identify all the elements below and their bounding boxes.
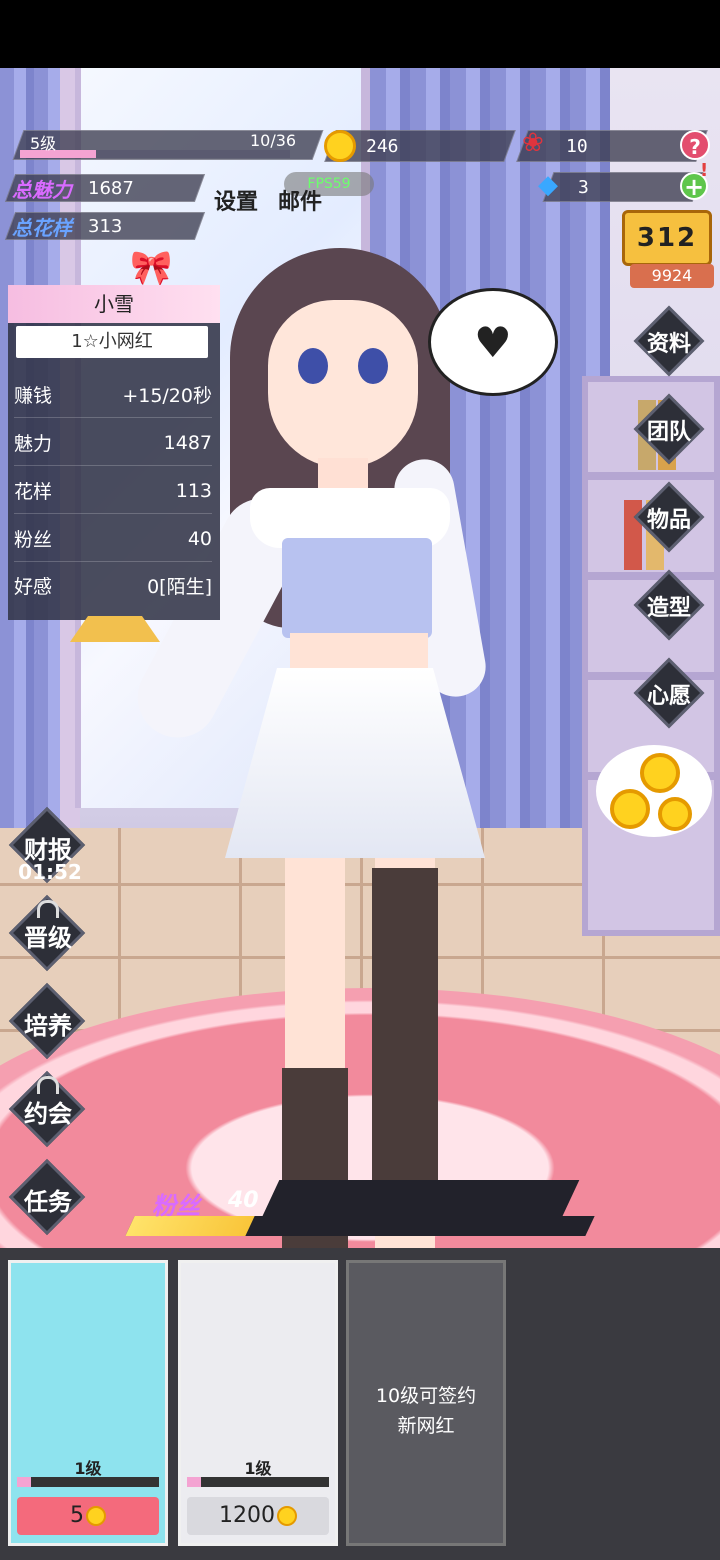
stat-value: 113 <box>175 479 212 502</box>
upgrade-price-button[interactable]: 1200 <box>187 1497 329 1535</box>
alert-badge: ! <box>700 160 709 181</box>
promote-label: 晋级 <box>24 924 72 952</box>
help-button[interactable]: ? <box>680 130 710 160</box>
stat-row-fans: 粉丝 40 <box>14 516 212 562</box>
tasks-label: 任务 <box>24 1188 72 1216</box>
fans-value: 40 <box>228 1188 259 1213</box>
heart-gesture-bubble-icon[interactable]: ♥ <box>428 288 558 396</box>
total-style-label: 总花样 <box>12 216 72 240</box>
coin-icon <box>640 753 680 793</box>
fans-label: 粉丝 <box>152 1192 200 1220</box>
locked-slot-text: 10级可签约 新网红 <box>349 1381 503 1441</box>
level-progress-track <box>20 150 290 158</box>
character-portrait <box>11 1263 165 1473</box>
stat-label: 魅力 <box>14 433 53 455</box>
coin-icon <box>658 797 692 831</box>
items-button[interactable]: 物品 <box>633 481 705 553</box>
stat-row-affection: 好感 0[陌生] <box>14 562 212 608</box>
promote-button[interactable]: 晋级 <box>8 894 88 972</box>
level-progress-text: 10/36 <box>250 131 297 150</box>
styling-button[interactable]: 造型 <box>633 569 705 641</box>
mail-label: 邮件 <box>278 190 323 215</box>
rose-count: 10 <box>566 136 588 157</box>
settings-button[interactable]: 设置 <box>214 170 264 220</box>
stat-label: 花样 <box>14 481 53 503</box>
stat-row-style: 花样 113 <box>14 468 212 514</box>
status-bar <box>0 0 720 68</box>
total-charm-label: 总魅力 <box>12 178 72 202</box>
styling-label: 造型 <box>646 596 691 621</box>
coin-icon <box>610 789 650 829</box>
locked-slot-line2: 新网红 <box>397 1415 455 1437</box>
stat-value: 0[陌生] <box>147 575 212 598</box>
coin-icon <box>86 1506 106 1526</box>
slot-progress-track <box>187 1477 329 1487</box>
train-label: 培养 <box>24 1012 72 1040</box>
stat-value: 1487 <box>163 431 212 454</box>
slot-level: 1级 <box>74 1459 102 1478</box>
upgrade-price-button[interactable]: 5 <box>17 1497 159 1535</box>
date-label: 约会 <box>24 1100 72 1128</box>
diamond-icon: ◆ <box>538 170 558 200</box>
price-value: 1200 <box>219 1503 275 1528</box>
train-button[interactable]: 培养 <box>8 982 88 1060</box>
coin-count: 246 <box>366 136 399 157</box>
stat-value: 40 <box>187 527 212 550</box>
slot-level: 1级 <box>244 1459 272 1478</box>
rose-icon: ❀ <box>522 128 544 158</box>
character-slot-2[interactable]: 1级 1200 <box>178 1260 338 1546</box>
fans-progress: 粉丝 40 <box>125 1180 595 1238</box>
profile-label: 资料 <box>646 332 691 357</box>
wish-label: 心愿 <box>646 684 691 709</box>
wish-button[interactable]: 心愿 <box>633 657 705 729</box>
ranking-score: 9924 <box>630 264 714 288</box>
stat-label: 好感 <box>14 575 53 598</box>
date-button[interactable]: 约会 <box>8 1070 88 1148</box>
total-charm-value: 1687 <box>88 178 134 199</box>
locked-character-slot[interactable]: 10级可签约 新网红 <box>346 1260 506 1546</box>
items-label: 物品 <box>646 508 691 533</box>
coin-icon <box>324 130 356 162</box>
stat-label: 粉丝 <box>14 529 53 551</box>
total-style-value: 313 <box>88 216 123 237</box>
tasks-button[interactable]: 任务 <box>8 1158 88 1236</box>
stat-value: +15/20秒 <box>122 385 212 407</box>
finance-report-timer: 01:52 <box>18 860 82 884</box>
ranking-podium-button[interactable]: 312 <box>622 210 712 266</box>
lock-icon <box>37 1076 59 1094</box>
slot-progress-track <box>17 1477 159 1487</box>
character-title: 1☆小网红 <box>16 326 208 358</box>
lock-icon <box>37 900 59 918</box>
stat-label: 赚钱 <box>14 385 53 407</box>
team-button[interactable]: 团队 <box>633 393 705 465</box>
profile-button[interactable]: 资料 <box>633 305 705 377</box>
stat-row-earnings: 赚钱 +15/20秒 <box>14 372 212 418</box>
stat-row-charm: 魅力 1487 <box>14 420 212 466</box>
ribbon-icon: 🎀 <box>130 248 173 288</box>
locked-slot-line1: 10级可签约 <box>375 1385 477 1407</box>
mail-button[interactable]: 邮件 <box>278 170 328 220</box>
gem-count: 3 <box>578 177 589 198</box>
character-name: 小雪 <box>8 285 220 323</box>
price-value: 5 <box>70 1503 84 1528</box>
character-slot-1[interactable]: 1级 5 <box>8 1260 168 1546</box>
team-label: 团队 <box>646 420 691 445</box>
collect-coins-button[interactable] <box>596 745 712 837</box>
character-portrait <box>181 1263 335 1473</box>
settings-label: 设置 <box>214 190 259 215</box>
level-label: 5级 <box>30 134 57 153</box>
coin-icon <box>277 1506 297 1526</box>
